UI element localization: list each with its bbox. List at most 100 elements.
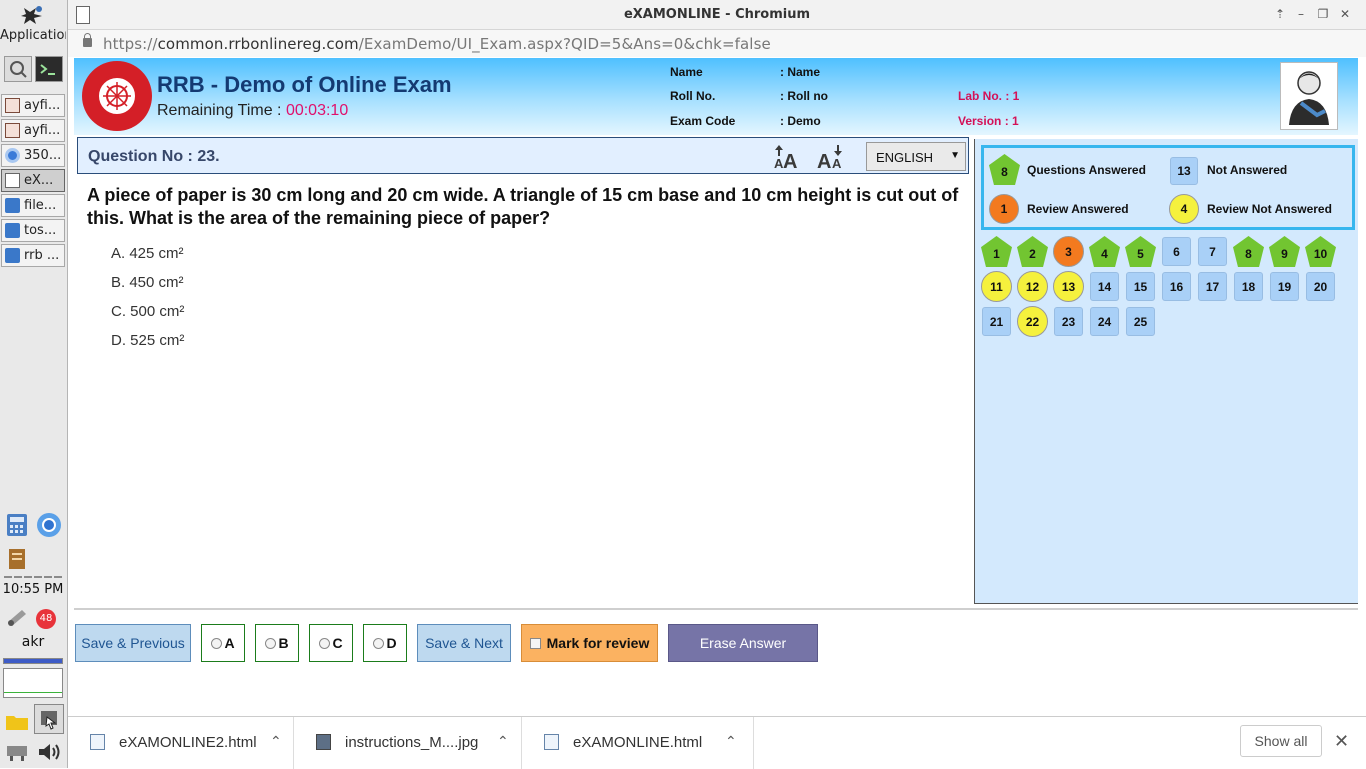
option-a-text: A. 425 cm² — [111, 245, 184, 262]
question-palette-button[interactable]: 17 — [1198, 272, 1227, 301]
minimize-icon[interactable]: – — [1294, 7, 1308, 21]
legend-answered-label: Questions Answered — [1027, 163, 1146, 177]
question-palette-button[interactable]: 22 — [1017, 306, 1048, 337]
roll-no-label: Roll No. — [670, 89, 716, 103]
question-palette-button[interactable]: 7 — [1198, 237, 1227, 266]
question-palette-button[interactable]: 9 — [1269, 236, 1300, 267]
notification-badge[interactable]: 48 — [36, 609, 56, 629]
task-item-exam-window[interactable]: eX... — [1, 169, 65, 192]
font-size-decrease-icon[interactable]: AA — [816, 144, 846, 173]
question-palette-button[interactable]: 1 — [981, 236, 1012, 267]
mark-review-checkbox[interactable] — [529, 637, 541, 649]
workspace-switcher[interactable] — [4, 576, 62, 578]
window-titlebar[interactable]: eXAMONLINE - Chromium ⇡ – ❐ ✕ — [68, 0, 1366, 30]
radio-a[interactable] — [211, 637, 223, 649]
exam-code-label: Exam Code — [670, 114, 736, 128]
question-text: A piece of paper is 30 cm long and 20 cm… — [87, 185, 959, 228]
question-palette-button[interactable]: 8 — [1233, 236, 1264, 267]
applications-logo-icon — [21, 6, 42, 24]
task-item-chromium[interactable]: 350... — [1, 144, 65, 167]
erase-answer-button[interactable]: Erase Answer — [668, 624, 818, 662]
close-downloads-icon[interactable]: ✕ — [1334, 731, 1349, 752]
download-item[interactable]: instructions_M....jpg ⌃ — [294, 717, 522, 769]
question-palette-button[interactable]: 5 — [1125, 236, 1156, 267]
browser-launcher-icon[interactable] — [36, 512, 62, 538]
divider — [74, 608, 1358, 610]
applications-menu-button[interactable]: Applications — [0, 0, 66, 52]
indian-railways-logo — [82, 61, 152, 131]
radio-c[interactable] — [319, 637, 331, 649]
language-select[interactable]: ENGLISH ▼ — [866, 142, 966, 171]
font-size-increase-icon[interactable]: AA — [773, 144, 803, 173]
chromium-icon — [5, 148, 20, 163]
legend-review-not-answered-marker: 4 — [1169, 194, 1199, 224]
network-status-icon[interactable] — [4, 740, 30, 766]
network-icon[interactable] — [4, 604, 30, 630]
answer-b-button[interactable]: B — [255, 624, 299, 662]
question-palette-button[interactable]: 14 — [1090, 272, 1119, 301]
volume-icon[interactable] — [36, 740, 62, 766]
window-title: eXAMONLINE - Chromium — [623, 7, 811, 22]
svg-text:A: A — [832, 156, 842, 170]
task-item-file-manager[interactable]: file... — [1, 194, 65, 217]
legend-answered-marker: 8 — [989, 154, 1020, 185]
task-item-ayfi-2[interactable]: ayfi... — [1, 119, 65, 142]
question-palette-button[interactable]: 11 — [981, 271, 1012, 302]
option-c-text: C. 500 cm² — [111, 303, 185, 320]
task-item-rrb-folder[interactable]: rrb ... — [1, 244, 65, 267]
html-file-icon — [544, 734, 559, 750]
answer-c-button[interactable]: C — [309, 624, 353, 662]
download-item[interactable]: eXAMONLINE.html ⌃ — [522, 717, 754, 769]
save-previous-button[interactable]: Save & Previous — [75, 624, 191, 662]
radio-d[interactable] — [373, 637, 385, 649]
close-icon[interactable]: ✕ — [1338, 7, 1352, 21]
mark-for-review-button[interactable]: Mark for review — [521, 624, 658, 662]
question-palette-button[interactable]: 18 — [1234, 272, 1263, 301]
terminal-launcher-icon[interactable] — [35, 56, 63, 82]
search-launcher-icon[interactable] — [4, 56, 32, 82]
window-up-icon[interactable]: ⇡ — [1273, 7, 1287, 21]
show-desktop-icon[interactable] — [34, 704, 64, 734]
browser-window: eXAMONLINE - Chromium ⇡ – ❐ ✕ https://co… — [68, 0, 1366, 769]
document-icon — [5, 123, 20, 138]
question-palette-button[interactable]: 23 — [1054, 307, 1083, 336]
svg-text:A: A — [783, 151, 797, 170]
exam-header: RRB - Demo of Online Exam Remaining Time… — [74, 58, 1358, 135]
chevron-up-icon[interactable]: ⌃ — [497, 733, 509, 750]
question-palette-button[interactable]: 25 — [1126, 307, 1155, 336]
radio-b[interactable] — [265, 637, 277, 649]
chevron-up-icon[interactable]: ⌃ — [725, 733, 737, 750]
task-item-tos-folder[interactable]: tos... — [1, 219, 65, 242]
clock: 10:55 PM — [2, 582, 64, 597]
question-palette-button[interactable]: 3 — [1053, 236, 1084, 267]
question-palette-button[interactable]: 4 — [1089, 236, 1120, 267]
question-number: Question No : 23. — [88, 148, 220, 165]
chevron-up-icon[interactable]: ⌃ — [270, 733, 282, 750]
user-name: akr — [21, 634, 45, 650]
question-palette-button[interactable]: 10 — [1305, 236, 1336, 267]
question-palette-button[interactable]: 16 — [1162, 272, 1191, 301]
question-palette-button[interactable]: 15 — [1126, 272, 1155, 301]
download-item[interactable]: eXAMONLINE2.html ⌃ — [68, 717, 294, 769]
answer-a-button[interactable]: A — [201, 624, 245, 662]
notes-icon[interactable] — [4, 546, 30, 572]
question-palette-button[interactable]: 2 — [1017, 236, 1048, 267]
question-palette-button[interactable]: 21 — [982, 307, 1011, 336]
question-palette-button[interactable]: 20 — [1306, 272, 1335, 301]
folder-launcher-icon[interactable] — [4, 708, 30, 734]
show-all-button[interactable]: Show all — [1240, 725, 1322, 757]
calculator-icon[interactable] — [4, 512, 30, 538]
question-palette: 8 Questions Answered 13 Not Answered 1 R… — [974, 139, 1358, 604]
address-bar[interactable]: https://common.rrbonlinereg.com/ExamDemo… — [68, 30, 1366, 57]
url-text[interactable]: https://common.rrbonlinereg.com/ExamDemo… — [103, 35, 771, 53]
question-palette-button[interactable]: 6 — [1162, 237, 1191, 266]
question-palette-button[interactable]: 12 — [1017, 271, 1048, 302]
battery-meter — [3, 658, 63, 664]
question-palette-button[interactable]: 24 — [1090, 307, 1119, 336]
task-item-ayfi-1[interactable]: ayfi... — [1, 94, 65, 117]
maximize-icon[interactable]: ❐ — [1316, 7, 1330, 21]
save-next-button[interactable]: Save & Next — [417, 624, 511, 662]
question-palette-button[interactable]: 13 — [1053, 271, 1084, 302]
answer-d-button[interactable]: D — [363, 624, 407, 662]
question-palette-button[interactable]: 19 — [1270, 272, 1299, 301]
